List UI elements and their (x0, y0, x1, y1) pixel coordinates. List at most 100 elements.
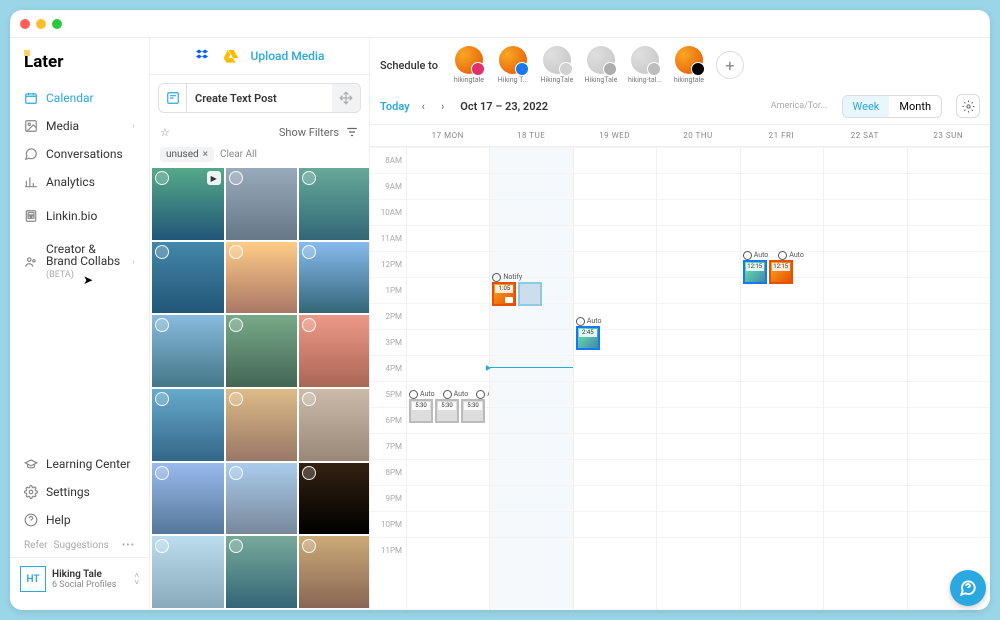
time-slot[interactable] (490, 433, 572, 459)
week-view-button[interactable]: Week (843, 96, 890, 117)
event-card[interactable]: 5:30 (461, 399, 485, 423)
time-slot[interactable] (490, 459, 572, 485)
time-slot[interactable] (824, 381, 906, 407)
time-slot[interactable] (490, 511, 572, 537)
upload-media-button[interactable]: Upload Media (251, 49, 325, 63)
gdrive-icon[interactable] (223, 48, 239, 64)
window-close[interactable] (20, 19, 30, 29)
clear-all-button[interactable]: Clear All (220, 149, 257, 160)
select-icon[interactable] (302, 318, 316, 332)
time-slot[interactable] (407, 485, 489, 511)
time-slot[interactable] (574, 511, 656, 537)
select-icon[interactable] (155, 539, 169, 553)
media-thumb[interactable] (299, 463, 369, 535)
time-slot[interactable] (574, 251, 656, 277)
time-slot[interactable] (657, 537, 739, 563)
nav-linkinbio[interactable]: Linkin.bio (10, 202, 149, 230)
time-slot[interactable] (824, 147, 906, 173)
media-thumb[interactable] (226, 463, 298, 535)
media-thumb[interactable] (226, 389, 298, 461)
time-slot[interactable] (824, 225, 906, 251)
show-filters-button[interactable]: Show Filters (279, 126, 339, 139)
time-slot[interactable] (824, 329, 906, 355)
nav-learning[interactable]: Learning Center (10, 450, 149, 478)
time-slot[interactable] (908, 407, 990, 433)
time-slot[interactable] (490, 329, 572, 355)
time-slot[interactable] (490, 173, 572, 199)
event-mon-530[interactable]: Auto Auto Auto 5:30 5:30 5:30 (409, 390, 502, 423)
col-thu[interactable] (656, 147, 739, 610)
media-thumb[interactable] (299, 242, 369, 314)
time-slot[interactable] (574, 355, 656, 381)
time-slot[interactable] (490, 485, 572, 511)
time-slot[interactable] (657, 485, 739, 511)
nav-help[interactable]: Help (10, 506, 149, 534)
time-slot[interactable] (657, 459, 739, 485)
time-slot[interactable] (741, 355, 823, 381)
time-slot[interactable] (657, 407, 739, 433)
time-slot[interactable] (908, 225, 990, 251)
time-slot[interactable] (824, 303, 906, 329)
media-thumb[interactable] (299, 389, 369, 461)
nav-collabs[interactable]: Creator & Brand Collabs (BETA) › (10, 236, 149, 288)
time-slot[interactable] (824, 407, 906, 433)
time-slot[interactable] (407, 459, 489, 485)
event-tue-105[interactable]: Notify 1:05 (492, 273, 542, 306)
nav-media[interactable]: Media › (10, 112, 149, 140)
nav-settings[interactable]: Settings (10, 478, 149, 506)
time-slot[interactable] (824, 537, 906, 563)
add-profile-button[interactable]: + (716, 51, 744, 79)
select-icon[interactable] (302, 245, 316, 259)
time-slot[interactable] (908, 251, 990, 277)
time-slot[interactable] (657, 303, 739, 329)
time-slot[interactable] (741, 147, 823, 173)
time-slot[interactable] (908, 485, 990, 511)
prev-week-button[interactable]: ‹ (418, 98, 429, 115)
select-icon[interactable] (302, 392, 316, 406)
select-icon[interactable] (229, 466, 243, 480)
profile-facebook[interactable]: Hiking T... (492, 46, 534, 84)
time-slot[interactable] (908, 459, 990, 485)
select-icon[interactable] (155, 245, 169, 259)
time-slot[interactable] (908, 381, 990, 407)
profile-twitter[interactable]: HikingTale (536, 46, 578, 84)
time-slot[interactable] (407, 329, 489, 355)
select-icon[interactable] (155, 466, 169, 480)
time-slot[interactable] (824, 199, 906, 225)
time-slot[interactable] (908, 329, 990, 355)
select-icon[interactable] (229, 318, 243, 332)
time-slot[interactable] (574, 485, 656, 511)
time-slot[interactable] (657, 225, 739, 251)
select-icon[interactable] (229, 245, 243, 259)
time-slot[interactable] (657, 277, 739, 303)
time-slot[interactable] (490, 225, 572, 251)
time-slot[interactable] (824, 433, 906, 459)
help-fab[interactable] (950, 570, 986, 606)
time-slot[interactable] (490, 303, 572, 329)
filter-settings-icon[interactable] (345, 125, 359, 139)
time-slot[interactable] (741, 381, 823, 407)
window-maximize[interactable] (52, 19, 62, 29)
time-slot[interactable] (908, 511, 990, 537)
time-slot[interactable] (741, 459, 823, 485)
profile-linkedin[interactable]: hiking-tal... (624, 46, 666, 84)
event-fri-1215[interactable]: Auto Auto 12:15 12:15 (743, 251, 804, 284)
calendar-settings-button[interactable] (956, 94, 980, 118)
time-slot[interactable] (824, 459, 906, 485)
col-sat[interactable] (823, 147, 906, 610)
time-slot[interactable] (407, 511, 489, 537)
event-card[interactable]: 12:15 (769, 260, 793, 284)
time-slot[interactable] (407, 225, 489, 251)
select-icon[interactable] (302, 539, 316, 553)
time-slot[interactable] (824, 355, 906, 381)
time-slot[interactable] (490, 199, 572, 225)
move-icon[interactable] (332, 84, 360, 112)
time-slot[interactable] (574, 459, 656, 485)
event-card[interactable]: 5:30 (409, 399, 433, 423)
time-slot[interactable] (908, 537, 990, 563)
time-slot[interactable] (574, 433, 656, 459)
time-slot[interactable] (657, 511, 739, 537)
nav-analytics[interactable]: Analytics (10, 168, 149, 196)
select-icon[interactable] (302, 171, 316, 185)
time-slot[interactable] (741, 433, 823, 459)
